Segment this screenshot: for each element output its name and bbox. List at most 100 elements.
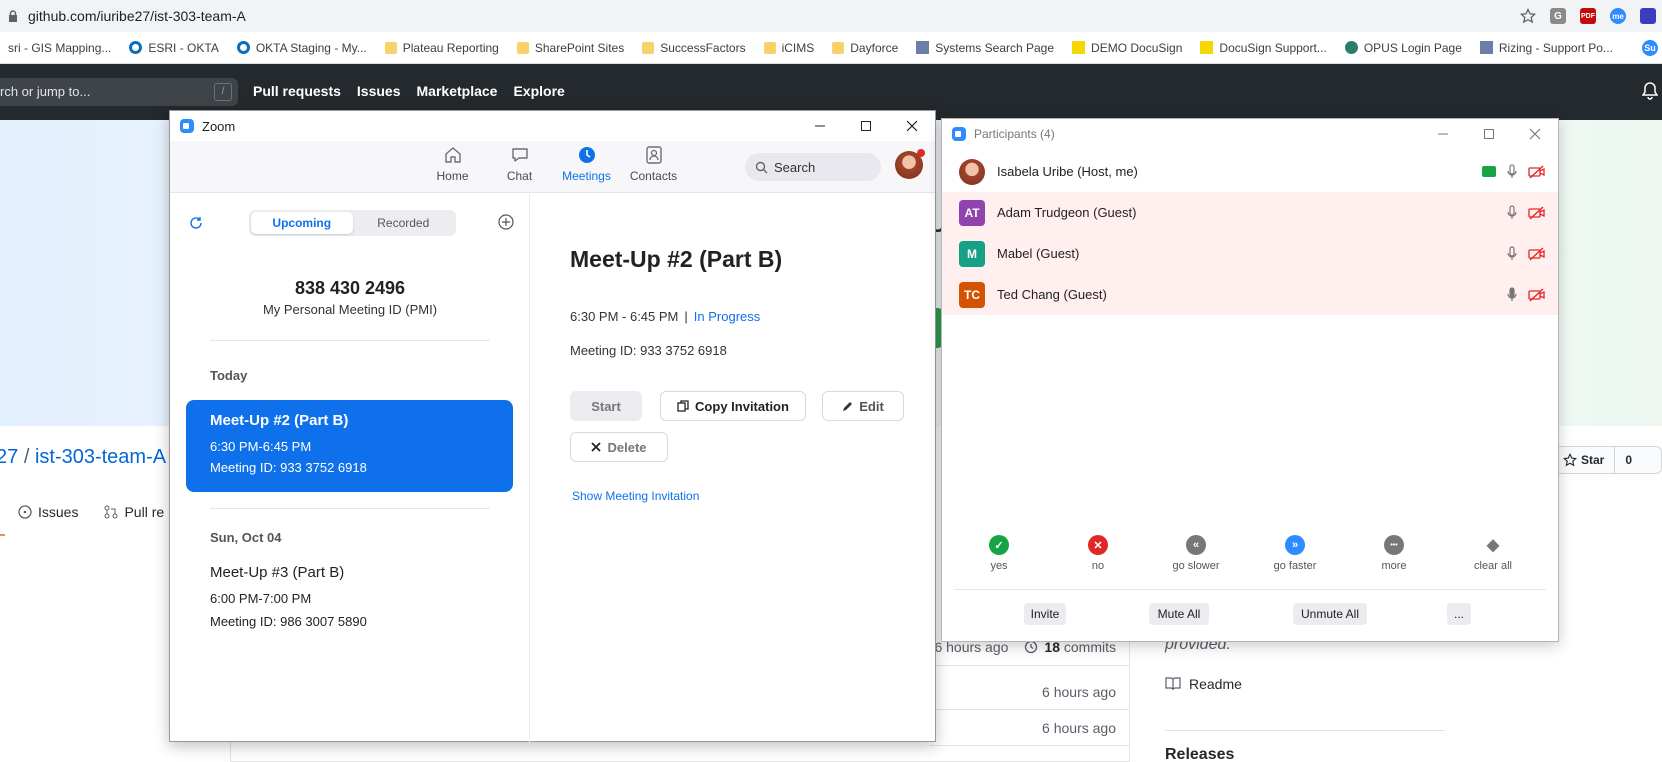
bookmark-item[interactable]: DEMO DocuSign	[1064, 41, 1192, 55]
globe-icon	[1344, 41, 1358, 54]
tab-issues[interactable]: Issues	[18, 504, 78, 520]
minimize-button[interactable]	[1420, 119, 1466, 149]
ext-bar-icon[interactable]	[1640, 8, 1656, 24]
star-label: Star	[1581, 453, 1605, 467]
bookmark-item[interactable]: iCIMS	[756, 41, 825, 55]
reaction-clear-all[interactable]: ◆ clear all	[1448, 535, 1538, 572]
unmute-all-button[interactable]: Unmute All	[1293, 603, 1367, 625]
reaction-label: clear all	[1474, 560, 1512, 572]
github-search-input[interactable]: rch or jump to... /	[0, 78, 238, 106]
edit-button[interactable]: Edit	[822, 391, 904, 421]
start-button[interactable]: Start	[570, 391, 642, 421]
nav-pull-requests[interactable]: Pull requests	[253, 83, 341, 99]
nav-explore[interactable]: Explore	[513, 83, 564, 99]
zoom-titlebar[interactable]: Zoom	[170, 111, 935, 141]
meeting-detail-time: 6:30 PM - 6:45 PM	[570, 309, 679, 324]
tab-chat[interactable]: Chat	[486, 145, 553, 183]
segment-recorded[interactable]: Recorded	[353, 212, 455, 234]
video-off-icon[interactable]	[1528, 205, 1546, 220]
ext-me-icon[interactable]: me	[1610, 8, 1626, 24]
reaction-yes[interactable]: ✓ yes	[954, 535, 1044, 572]
copy-invitation-button[interactable]: Copy Invitation	[660, 391, 806, 421]
url-text[interactable]: github.com/iuribe27/ist-303-team-A	[28, 8, 246, 24]
close-button[interactable]	[889, 111, 935, 141]
tab-contacts[interactable]: Contacts	[620, 145, 687, 183]
zoom-search-input[interactable]: Search	[745, 153, 881, 181]
repo-name[interactable]: ist-303-team-A	[35, 446, 166, 468]
pmi-number[interactable]: 838 430 2496	[170, 278, 530, 299]
more-options-button[interactable]: ...	[1447, 603, 1471, 625]
participants-window-title: Participants (4)	[974, 127, 1055, 141]
participant-row[interactable]: M Mabel (Guest)	[942, 233, 1558, 274]
star-bookmark-icon[interactable]	[1520, 8, 1536, 24]
eraser-icon: ◆	[1486, 537, 1500, 554]
zoom-window: Zoom Home Chat Meetings Contacts Search …	[169, 110, 936, 743]
meeting-detail-id: Meeting ID: 933 3752 6918	[570, 343, 727, 358]
meeting-card-selected[interactable]: Meet-Up #2 (Part B) 6:30 PM-6:45 PM Meet…	[186, 400, 513, 492]
maximize-icon	[861, 121, 871, 131]
tab-home[interactable]: Home	[419, 145, 486, 183]
ext-grammarly-icon[interactable]: G	[1550, 8, 1566, 24]
segment-upcoming[interactable]: Upcoming	[251, 212, 353, 234]
bookmark-item[interactable]: Dayforce	[824, 41, 908, 55]
meeting-card[interactable]: Meet-Up #3 (Part B) 6:00 PM-7:00 PM Meet…	[210, 564, 367, 629]
star-button[interactable]: Star 0	[1552, 446, 1662, 474]
delete-button[interactable]: Delete	[570, 432, 668, 462]
tab-pull-requests[interactable]: Pull re	[104, 504, 164, 520]
ext-pdf-icon[interactable]: PDF	[1580, 8, 1596, 24]
nav-marketplace[interactable]: Marketplace	[417, 83, 498, 99]
participant-row[interactable]: TC Ted Chang (Guest)	[942, 274, 1558, 315]
microphone-icon[interactable]	[1506, 286, 1518, 303]
maximize-button[interactable]	[1466, 119, 1512, 149]
readme-link[interactable]: Readme	[1165, 676, 1242, 692]
add-meeting-icon[interactable]	[498, 214, 514, 230]
divider	[210, 508, 490, 509]
maximize-button[interactable]	[843, 111, 889, 141]
tab-meetings[interactable]: Meetings	[553, 145, 620, 183]
invite-button[interactable]: Invite	[1024, 603, 1066, 625]
reaction-go-faster[interactable]: » go faster	[1250, 535, 1340, 572]
video-off-icon[interactable]	[1528, 164, 1546, 179]
show-meeting-invitation-link[interactable]: Show Meeting Invitation	[572, 489, 699, 503]
reaction-go-slower[interactable]: « go slower	[1151, 535, 1241, 572]
reaction-more[interactable]: ••• more	[1349, 535, 1439, 572]
video-off-icon[interactable]	[1528, 287, 1546, 302]
tab-chat-label: Chat	[506, 169, 533, 183]
profile-avatar-icon[interactable]: Su	[1642, 39, 1658, 56]
bookmark-item[interactable]: Systems Search Page	[908, 41, 1064, 55]
bookmark-item[interactable]: Rizing - Support Po...	[1472, 41, 1623, 55]
participant-status-icons	[1506, 286, 1546, 303]
reaction-no[interactable]: ✕ no	[1053, 535, 1143, 572]
repo-owner[interactable]: 27	[0, 446, 18, 468]
okta-ring-icon	[236, 41, 250, 54]
mute-all-button[interactable]: Mute All	[1149, 603, 1209, 625]
address-bar[interactable]: github.com/iuribe27/ist-303-team-A	[0, 0, 1662, 32]
day-heading-today: Today	[210, 368, 248, 383]
microphone-icon[interactable]	[1506, 163, 1518, 180]
star-count[interactable]: 0	[1615, 447, 1642, 473]
bookmark-item[interactable]: OKTA Staging - My...	[229, 41, 377, 55]
bookmark-item[interactable]: DocuSign Support...	[1192, 41, 1336, 55]
participants-titlebar[interactable]: Participants (4)	[942, 119, 1558, 149]
bookmark-item[interactable]: SuccessFactors	[634, 41, 755, 55]
bookmark-item[interactable]: Plateau Reporting	[377, 41, 509, 55]
bookmark-item[interactable]: ESRI - OKTA	[121, 41, 228, 55]
minimize-button[interactable]	[797, 111, 843, 141]
participant-row[interactable]: AT Adam Trudgeon (Guest)	[942, 192, 1558, 233]
bell-icon[interactable]	[1642, 82, 1658, 100]
bookmark-item[interactable]: sri - GIS Mapping...	[0, 41, 121, 55]
video-off-icon[interactable]	[1528, 246, 1546, 261]
microphone-icon[interactable]	[1506, 204, 1518, 221]
site-favicon-icon	[916, 41, 930, 54]
bookmark-label: DocuSign Support...	[1219, 40, 1327, 55]
bookmark-item[interactable]: OPUS Login Page	[1337, 41, 1472, 55]
okta-ring-icon	[129, 41, 143, 54]
bookmark-item[interactable]: SharePoint Sites	[509, 41, 634, 55]
microphone-icon[interactable]	[1506, 245, 1518, 262]
delete-label: Delete	[607, 439, 647, 455]
nav-issues[interactable]: Issues	[357, 83, 401, 99]
participant-row[interactable]: Isabela Uribe (Host, me)	[942, 151, 1558, 192]
releases-heading[interactable]: Releases	[1165, 746, 1234, 762]
refresh-icon[interactable]	[189, 216, 203, 230]
close-button[interactable]	[1512, 119, 1558, 149]
